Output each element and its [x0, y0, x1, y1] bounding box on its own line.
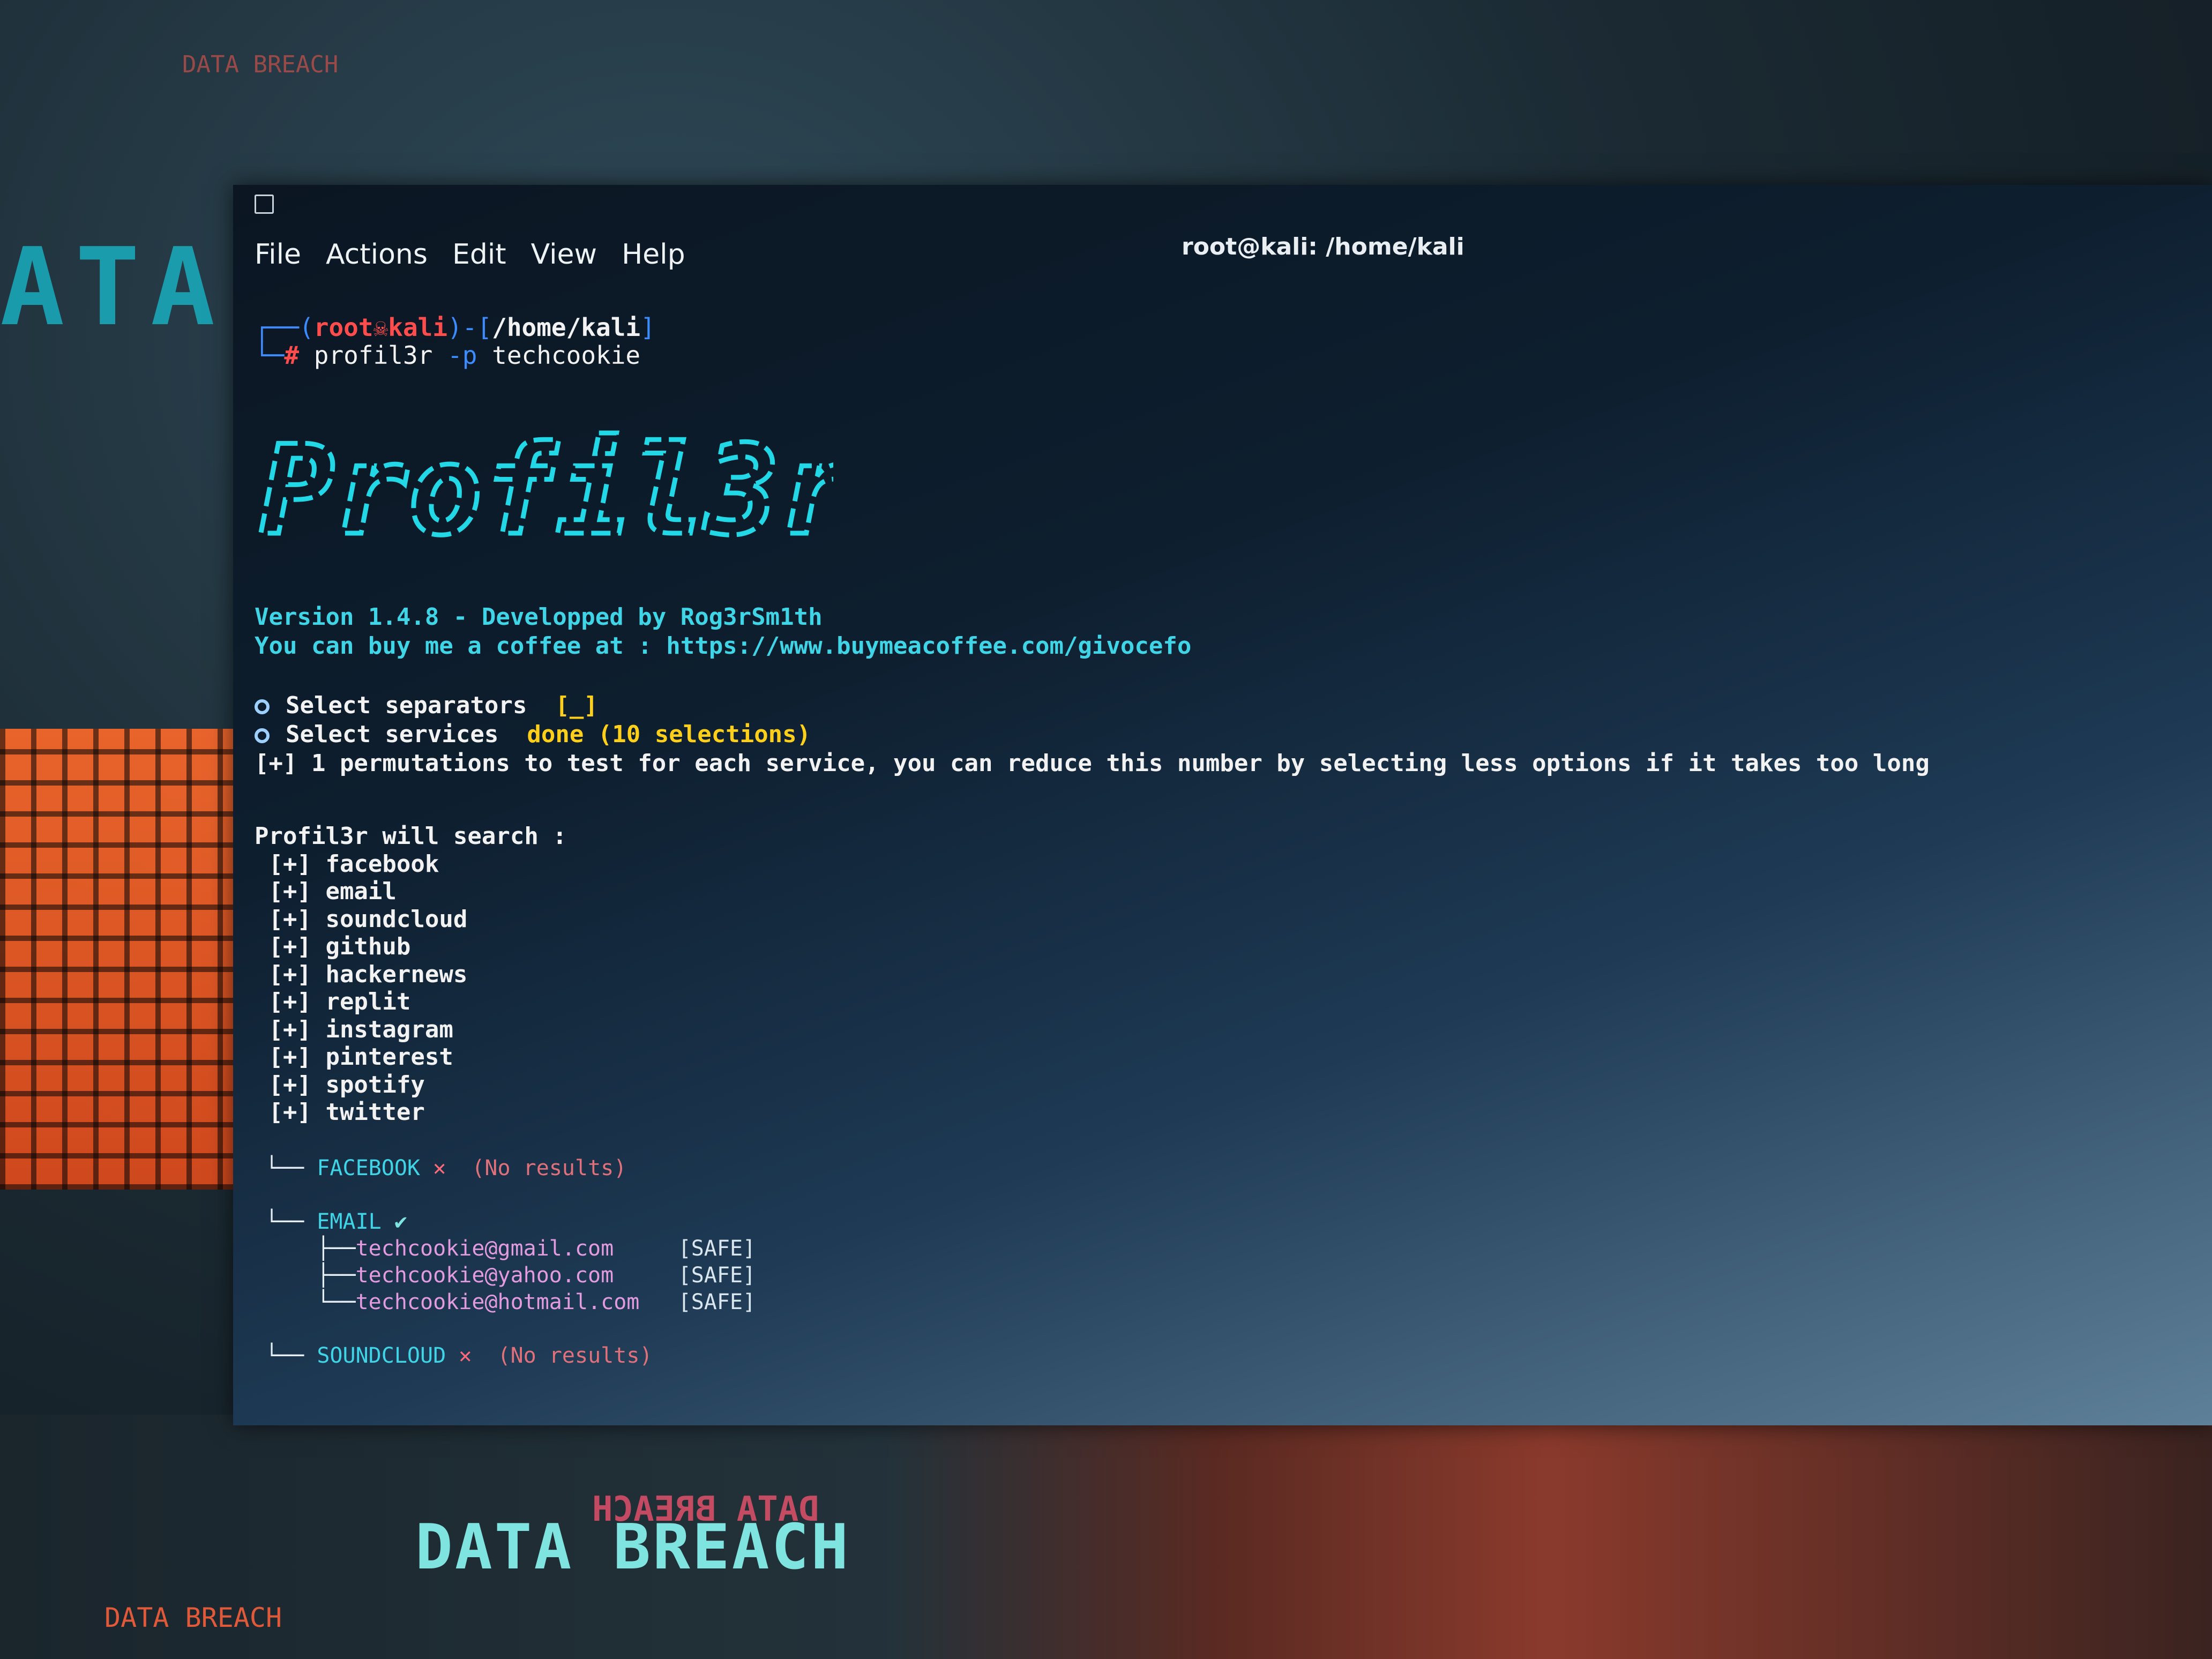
permutations-line: [+] 1 permutations to test for each serv… [255, 750, 1930, 777]
command-argument: techcookie [492, 341, 641, 370]
wallpaper-data-breach-label: DATA BREACH [415, 1511, 851, 1583]
wallpaper-bottom-strip [0, 1415, 2212, 1659]
service-item: instagram [325, 1015, 453, 1043]
skull-icon: ☠ [373, 313, 388, 342]
version-line: Version 1.4.8 - Developped by Rog3rSm1th [255, 603, 823, 631]
service-item: hackernews [325, 960, 468, 988]
window-title: root@kali: /home/kali [1182, 233, 1464, 260]
service-item: soundcloud [325, 905, 468, 933]
menu-help[interactable]: Help [622, 238, 685, 271]
service-item: pinterest [325, 1043, 453, 1071]
service-item: github [325, 933, 411, 960]
email-result-address: techcookie@gmail.com [355, 1236, 614, 1261]
services-label: Select services [286, 721, 499, 748]
logo-text: Profil3r [260, 420, 833, 560]
service-item: spotify [325, 1071, 425, 1098]
terminal-icon[interactable] [255, 195, 274, 214]
menu-file[interactable]: File [255, 238, 301, 271]
result-facebook-status: (No results) [472, 1156, 627, 1180]
command: profil3r [313, 341, 433, 370]
wallpaper-orange-pixel-art [0, 729, 246, 1190]
service-item: email [325, 878, 397, 905]
email-result-status: [SAFE] [678, 1290, 756, 1314]
service-item: twitter [325, 1098, 425, 1126]
service-item: replit [325, 988, 411, 1015]
search-heading: Profil3r will search : [255, 823, 567, 850]
selection-block: Select separators [_] Select services don… [255, 691, 1930, 778]
command-line: └─# profil3r -p techcookie [255, 341, 641, 370]
result-email: EMAIL [317, 1209, 382, 1234]
result-facebook: FACEBOOK [317, 1156, 420, 1180]
wallpaper-top-label: DATA BREACH [182, 51, 339, 78]
separators-value: [_] [555, 692, 598, 719]
terminal-output[interactable]: ┌──(root☠kali)-[/home/kali] └─# profil3r… [255, 313, 655, 369]
profil3r-ascii-logo: Profil3r [258, 417, 834, 561]
menu-actions[interactable]: Actions [326, 238, 428, 271]
prompt-line: ┌──(root☠kali)-[/home/kali] [255, 313, 655, 342]
results-tree: └── FACEBOOK ✕ (No results) └── EMAIL ✔ … [265, 1156, 756, 1368]
gear-icon [255, 699, 270, 714]
email-result-address: techcookie@yahoo.com [355, 1263, 614, 1288]
result-soundcloud: SOUNDCLOUD [317, 1343, 446, 1368]
menu-view[interactable]: View [531, 238, 597, 271]
gear-icon [255, 728, 270, 743]
menu-bar: File Actions Edit View Help [255, 238, 685, 271]
coffee-line: You can buy me a coffee at : https://www… [255, 632, 1192, 660]
service-item: facebook [325, 850, 439, 878]
version-info: Version 1.4.8 - Developped by Rog3rSm1th… [255, 603, 1191, 661]
email-result-status: [SAFE] [678, 1236, 756, 1261]
search-list: Profil3r will search : [+] facebook [+] … [255, 823, 567, 1126]
menu-edit[interactable]: Edit [452, 238, 506, 271]
separators-label: Select separators [286, 692, 527, 719]
email-result-status: [SAFE] [678, 1263, 756, 1288]
wallpaper-small-label: DATA BREACH [104, 1602, 282, 1633]
cross-icon: ✕ [459, 1343, 472, 1368]
services-value: done (10 selections) [527, 721, 811, 748]
command-flag: -p [447, 341, 477, 370]
result-soundcloud-status: (No results) [497, 1343, 653, 1368]
cross-icon: ✕ [433, 1156, 446, 1180]
terminal-window[interactable]: root@kali: /home/kali File Actions Edit … [233, 185, 2212, 1425]
email-result-address: techcookie@hotmail.com [355, 1290, 640, 1314]
check-icon: ✔ [394, 1209, 407, 1234]
